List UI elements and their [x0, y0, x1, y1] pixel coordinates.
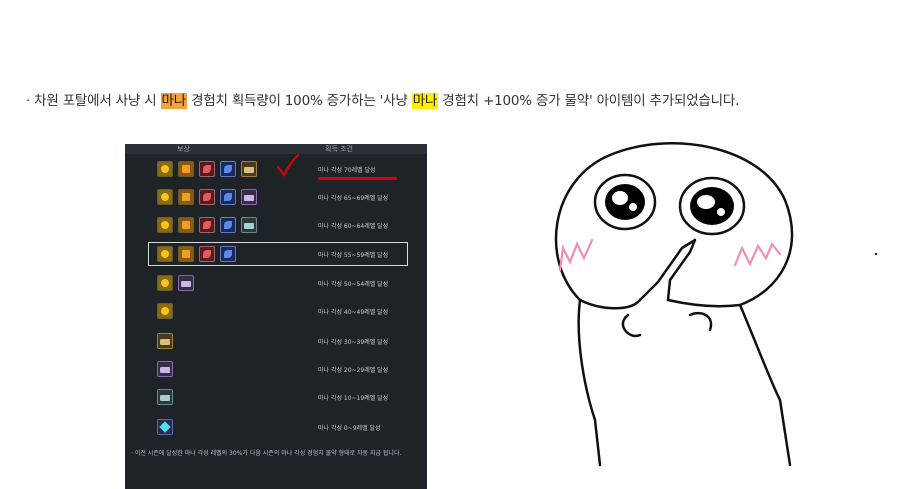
reward-table-screenshot: 보상 획득 조건 마나 각성 70레벨 달성 마나 각성 65~69레벨 달성 … [125, 144, 427, 489]
blue-feather-icon [220, 161, 236, 177]
teal-chest-icon [157, 389, 173, 405]
reward-row-2: 마나 각성 65~69레벨 달성 [125, 185, 427, 209]
reward-condition: 마나 각성 55~59레벨 달성 [318, 252, 389, 259]
reward-condition: 마나 각성 0~9레벨 달성 [318, 425, 381, 432]
purple-chest-icon [178, 275, 194, 291]
gold-book-icon [178, 217, 194, 233]
blue-feather-icon [220, 246, 236, 262]
gold-coin-icon [157, 189, 173, 205]
reward-condition: 마나 각성 70레벨 달성 [318, 167, 376, 174]
gold-coin-icon [157, 303, 173, 319]
reward-condition: 마나 각성 40~49레벨 달성 [318, 309, 389, 316]
reward-row-7: 마나 각성 30~39레벨 달성 [125, 329, 427, 353]
notice-part-3: 경험치 +100% 증가 물약' 아이템이 추가되었습니다. [438, 93, 740, 109]
purple-chest-icon [241, 189, 257, 205]
blue-feather-icon [220, 217, 236, 233]
blue-feather-icon [220, 189, 236, 205]
reward-condition: 마나 각성 20~29레벨 달성 [318, 367, 389, 374]
red-underline-mark [318, 177, 397, 180]
crystal-shard-icon [157, 419, 173, 435]
chest-icon [241, 161, 257, 177]
gold-coin-icon [157, 217, 173, 233]
reward-footnote: · 이전 시즌에 달성한 마나 각성 레벨의 30%가 다음 시즌의 마나 각성… [131, 450, 402, 457]
gold-book-icon [178, 189, 194, 205]
reward-row-4: 마나 각성 55~59레벨 달성 [125, 242, 427, 266]
gold-coin-icon [157, 246, 173, 262]
chest-icon [157, 333, 173, 349]
reward-condition: 마나 각성 30~39레벨 달성 [318, 339, 389, 346]
reward-row-3: 마나 각성 60~64레벨 달성 [125, 213, 427, 237]
purple-chest-icon [157, 361, 173, 377]
gold-book-icon [178, 161, 194, 177]
reward-row-10: 마나 각성 0~9레벨 달성 [125, 415, 427, 439]
red-feather-icon [199, 161, 215, 177]
reward-row-5: 마나 각성 50~54레벨 달성 [125, 271, 427, 295]
gold-coin-icon [157, 275, 173, 291]
reward-condition: 마나 각성 10~19레벨 달성 [318, 395, 389, 402]
reward-row-8: 마나 각성 20~29레벨 달성 [125, 357, 427, 381]
reward-condition: 마나 각성 65~69레벨 달성 [318, 195, 389, 202]
red-feather-icon [199, 217, 215, 233]
notice-part-2: 경험치 획득량이 100% 증가하는 '사냥 [186, 93, 412, 109]
mana-highlight-yellow: 마나 [411, 93, 439, 109]
red-feather-icon [199, 189, 215, 205]
red-feather-icon [199, 246, 215, 262]
update-notice-text: · 차원 포탈에서 사냥 시 마나 경험치 획득량이 100% 증가하는 '사냥… [26, 89, 739, 109]
reward-condition: 마나 각성 50~54레벨 달성 [318, 281, 389, 288]
gold-book-icon [178, 246, 194, 262]
stray-dot [875, 253, 877, 255]
header-condition: 획득 조건 [325, 145, 353, 153]
reward-row-9: 마나 각성 10~19레벨 달성 [125, 385, 427, 409]
reward-condition: 마나 각성 60~64레벨 달성 [318, 223, 389, 230]
gold-coin-icon [157, 161, 173, 177]
notice-part-1: 차원 포탈에서 사냥 시 [30, 93, 161, 109]
mana-highlight-orange: 마나 [160, 93, 187, 109]
header-reward: 보상 [177, 145, 190, 153]
doodle-character-illustration [554, 142, 794, 467]
teal-chest-icon [241, 217, 257, 233]
red-checkmark-icon [277, 154, 299, 177]
reward-row-6: 마나 각성 40~49레벨 달성 [125, 299, 427, 323]
